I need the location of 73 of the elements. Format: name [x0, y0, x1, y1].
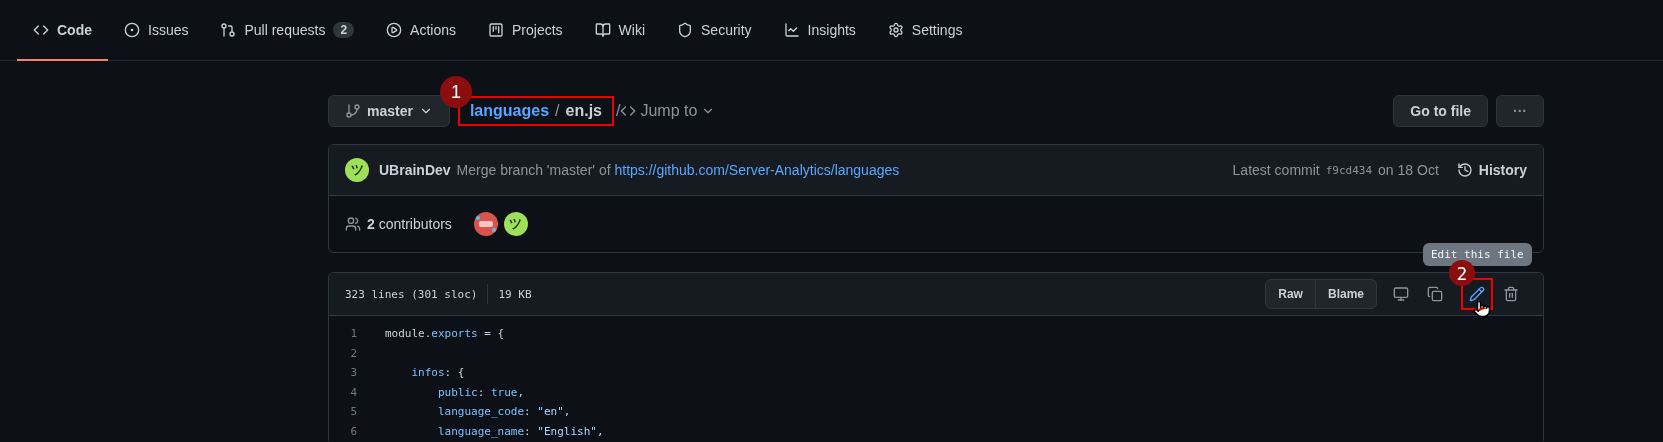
repo-tab[interactable]: Issues: [108, 0, 205, 61]
folder-link[interactable]: languages: [469, 102, 550, 120]
line-number: 5: [349, 404, 357, 420]
tab-label: Pull requests: [244, 21, 326, 38]
code-line: infos: {: [410, 366, 465, 379]
history-link[interactable]: History: [1456, 162, 1527, 178]
tab-label: Security: [701, 21, 752, 38]
line-number: 3: [349, 365, 357, 381]
avatar: ツ: [345, 158, 369, 182]
line-number: 4: [349, 384, 357, 401]
code-line: public: true,: [436, 385, 525, 399]
graph-icon: [783, 21, 800, 38]
repo-tab[interactable]: Pull requests 2: [204, 0, 371, 61]
code-line: language_code: "en",: [436, 405, 571, 418]
latest-commit-label: Latest commit: [1232, 162, 1320, 178]
path-separator: /: [616, 102, 621, 120]
hand-cursor-icon: [1473, 300, 1491, 318]
copy-icon: [1427, 286, 1443, 302]
issue-icon: [124, 21, 140, 38]
commit-message: Merge branch 'master' of https://github.com/Server-Analytics/languages: [456, 162, 900, 178]
tooltip: Edit this file: [1423, 243, 1532, 266]
tab-label: Projects: [512, 21, 563, 38]
avatar[interactable]: [473, 212, 498, 236]
commit-link[interactable]: https://github.com/Server-Analytics/languages: [614, 162, 900, 178]
blame-button[interactable]: Blame: [1314, 279, 1377, 309]
step-number: 1: [439, 76, 472, 108]
more-button[interactable]: ···: [1496, 95, 1544, 127]
history-icon: [1456, 162, 1473, 178]
code-icon: [620, 103, 637, 119]
pencil-icon: [1469, 286, 1485, 302]
commit-date: on 18 Oct: [1378, 162, 1439, 178]
line-number: 6: [349, 423, 357, 440]
line-number: 2: [349, 345, 357, 362]
tab-label: Insights: [807, 21, 856, 38]
repo-tab[interactable]: Actions: [370, 0, 472, 61]
line-number: 1: [349, 326, 357, 342]
branch-button[interactable]: master: [328, 95, 450, 127]
line-count: 323 lines (301 sloc): [345, 287, 478, 301]
contributors-count[interactable]: 2 contributors: [367, 216, 452, 232]
step-number: 2: [1449, 260, 1475, 286]
trash-icon: [1503, 286, 1519, 302]
commit-sha[interactable]: f9cd434: [1325, 163, 1373, 177]
code-line: module.exports = {: [385, 327, 505, 340]
monitor-icon: [1393, 286, 1409, 302]
repo-tab[interactable]: Settings: [871, 0, 979, 61]
raw-button[interactable]: Raw: [1265, 279, 1316, 309]
branch-icon: [345, 103, 361, 119]
tab-label: Code: [57, 21, 92, 38]
avatar[interactable]: ツ: [503, 212, 528, 236]
repo-tab[interactable]: Code: [17, 0, 108, 61]
jump-to-menu[interactable]: Jump to: [620, 102, 716, 120]
repo-tab[interactable]: Wiki: [578, 0, 662, 61]
count-badge: 2: [333, 21, 355, 38]
tab-label: Wiki: [618, 21, 646, 38]
tab-label: Actions: [410, 21, 456, 38]
file-name: en.js: [565, 102, 602, 120]
author-name[interactable]: UBrainDev: [379, 162, 451, 178]
people-icon: [345, 216, 361, 232]
path-separator: /: [555, 102, 560, 120]
repo-tab[interactable]: Security: [661, 0, 768, 61]
repo-tab[interactable]: Projects: [472, 0, 579, 61]
repo-tab[interactable]: Insights: [767, 0, 872, 61]
tab-label: Settings: [911, 21, 963, 38]
play-icon: [386, 21, 403, 38]
tab-label: Issues: [148, 21, 189, 38]
go-to-file-button[interactable]: Go to file: [1393, 95, 1488, 127]
code-line: language_name: "English",: [436, 424, 604, 438]
settings-icon: [887, 21, 904, 38]
shield-icon: [677, 21, 694, 38]
book-icon: [594, 21, 611, 38]
pull-request-icon: [220, 21, 237, 38]
board-icon: [488, 21, 504, 38]
file-size: 19 KB: [498, 287, 532, 301]
